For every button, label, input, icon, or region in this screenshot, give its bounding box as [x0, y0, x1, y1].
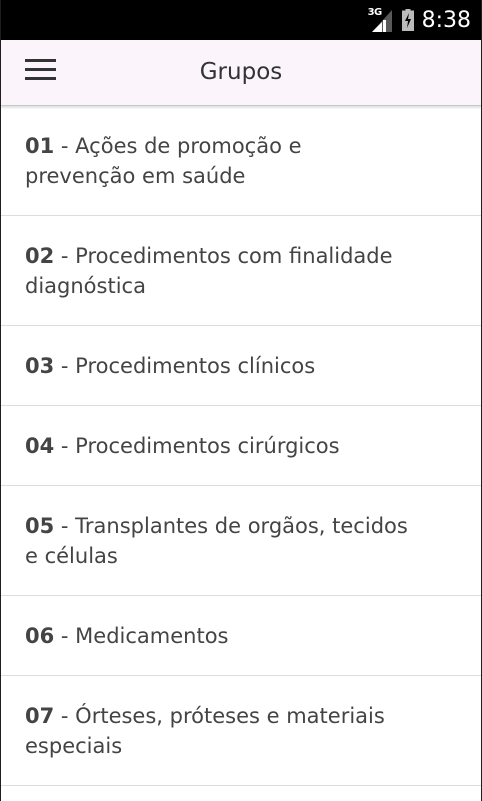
- status-bar: 3G 8:38: [1, 0, 481, 40]
- group-name: Procedimentos clínicos: [75, 353, 316, 378]
- group-code: 03: [25, 353, 55, 378]
- list-item-text: 04 - Procedimentos cirúrgicos: [25, 431, 340, 461]
- battery-charging-icon: [401, 9, 414, 31]
- list-item-group-03[interactable]: 03 - Procedimentos clínicos: [1, 326, 481, 406]
- group-name: Medicamentos: [75, 623, 229, 648]
- group-code: 02: [25, 243, 55, 268]
- menu-icon-line: [25, 59, 56, 62]
- list-item-text: 01 - Ações de promoção e prevenção em sa…: [25, 131, 415, 191]
- group-code: 04: [25, 433, 55, 458]
- app-screen: 3G 8:38 Grupos 01 - Ações de promoção e …: [0, 0, 482, 801]
- group-code: 07: [25, 703, 55, 728]
- list-item-text: 03 - Procedimentos clínicos: [25, 351, 315, 381]
- status-clock: 8:38: [421, 7, 471, 33]
- hamburger-menu-icon[interactable]: [25, 59, 57, 85]
- group-separator: -: [54, 703, 76, 728]
- page-title: Grupos: [199, 59, 283, 85]
- menu-icon-line: [25, 68, 56, 71]
- list-item-text: 06 - Medicamentos: [25, 621, 229, 651]
- group-name: Procedimentos cirúrgicos: [75, 433, 340, 458]
- list-item-group-02[interactable]: 02 - Procedimentos com finalidade diagnó…: [1, 216, 481, 326]
- group-separator: -: [54, 623, 76, 648]
- group-code: 05: [25, 513, 55, 538]
- list-item-group-01[interactable]: 01 - Ações de promoção e prevenção em sa…: [1, 106, 481, 216]
- group-separator: -: [54, 513, 76, 538]
- groups-list: 01 - Ações de promoção e prevenção em sa…: [1, 106, 481, 786]
- app-bar: Grupos: [1, 40, 481, 106]
- group-separator: -: [54, 133, 76, 158]
- group-name: Procedimentos com finalidade diagnóstica: [25, 243, 393, 298]
- group-name: Órteses, próteses e materiais especiais: [25, 703, 385, 758]
- list-item-group-07[interactable]: 07 - Órteses, próteses e materiais espec…: [1, 676, 481, 786]
- list-item-group-06[interactable]: 06 - Medicamentos: [1, 596, 481, 676]
- menu-icon-line: [25, 77, 56, 80]
- list-item-text: 07 - Órteses, próteses e materiais espec…: [25, 701, 415, 761]
- group-code: 01: [25, 133, 55, 158]
- group-code: 06: [25, 623, 55, 648]
- list-item-text: 05 - Transplantes de orgãos, tecidos e c…: [25, 511, 415, 571]
- list-item-group-04[interactable]: 04 - Procedimentos cirúrgicos: [1, 406, 481, 486]
- list-item-text: 02 - Procedimentos com finalidade diagnó…: [25, 241, 415, 301]
- group-separator: -: [54, 433, 76, 458]
- list-item-group-05[interactable]: 05 - Transplantes de orgãos, tecidos e c…: [1, 486, 481, 596]
- signal-3g-icon: 3G: [368, 7, 394, 33]
- group-separator: -: [54, 353, 76, 378]
- group-name: Transplantes de orgãos, tecidos e célula…: [25, 513, 408, 568]
- group-separator: -: [54, 243, 76, 268]
